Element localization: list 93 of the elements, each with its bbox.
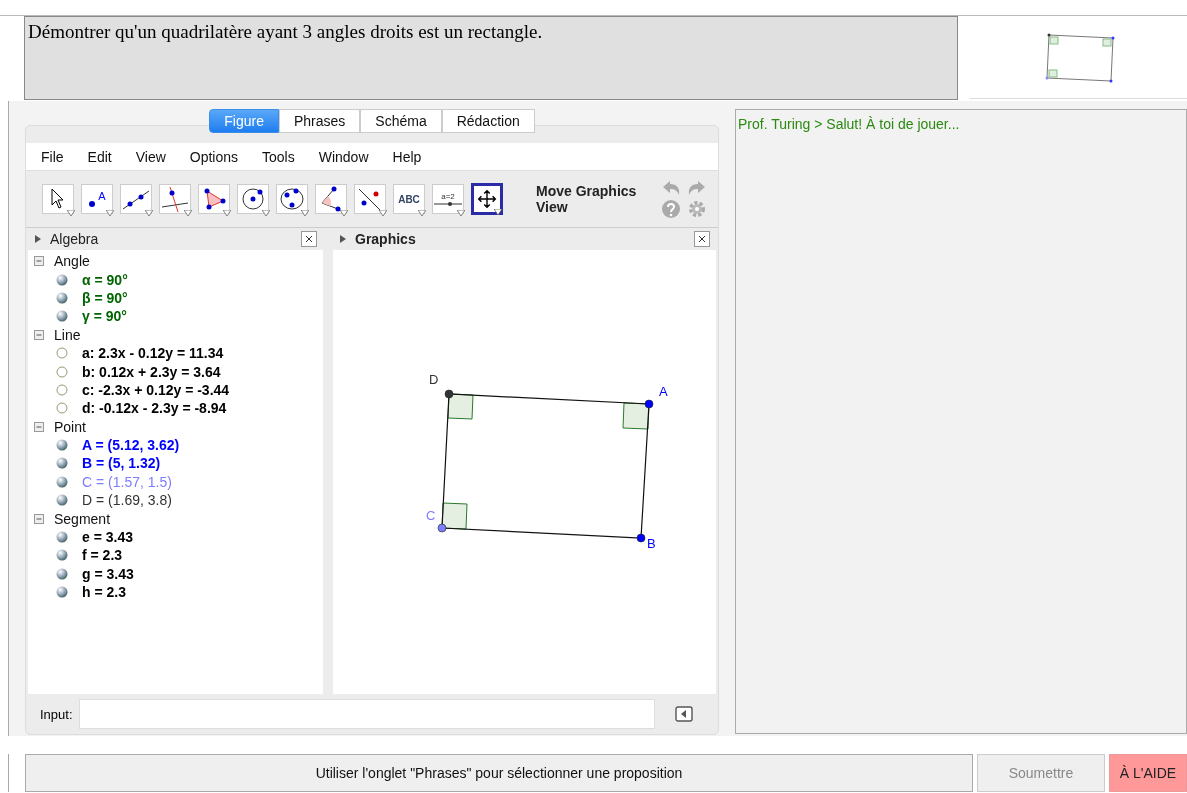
caret-icon [457, 210, 465, 216]
algebra-entry[interactable]: d: -0.12x - 2.3y = -8.94 [82, 400, 227, 417]
menu-item[interactable]: Window [306, 148, 381, 165]
algebra-entry[interactable]: e = 3.43 [82, 529, 133, 546]
menu-item[interactable]: Tools [250, 148, 307, 165]
visible-dot-icon[interactable] [56, 531, 68, 544]
keyboard-toggle-icon[interactable] [674, 706, 693, 722]
graphics-canvas[interactable]: D A C B [333, 250, 716, 694]
category-label: Angle [54, 253, 90, 270]
hidden-dot-icon[interactable] [56, 347, 68, 360]
point-label: C [426, 508, 436, 523]
algebra-entry[interactable]: B = (5, 1.32) [82, 455, 161, 472]
caret-icon [494, 209, 502, 215]
point-icon [88, 200, 97, 208]
quadrilateral[interactable] [441, 393, 650, 539]
visible-dot-icon[interactable] [56, 439, 68, 452]
algebra-entry[interactable]: b: 0.12x + 2.3y = 3.64 [82, 363, 221, 380]
visible-dot-icon[interactable] [56, 310, 68, 323]
menu-item[interactable]: Edit [75, 148, 124, 165]
point-label: A [659, 384, 668, 399]
perpendicular-line-icon [160, 185, 190, 213]
visible-dot-icon[interactable] [56, 273, 68, 286]
point[interactable] [444, 389, 454, 399]
category-label: Segment [54, 510, 111, 527]
hidden-dot-icon[interactable] [56, 383, 68, 396]
point[interactable] [644, 399, 654, 409]
algebra-entry[interactable]: γ = 90° [82, 308, 127, 325]
menu-item[interactable]: File [29, 148, 76, 165]
view-title: Algebra [50, 231, 99, 247]
algebra-entry[interactable]: h = 2.3 [82, 584, 126, 601]
view-title: Graphics [355, 231, 416, 247]
visible-dot-icon[interactable] [56, 549, 68, 562]
caret-icon [379, 210, 387, 216]
visible-dot-icon[interactable] [56, 291, 68, 304]
visible-dot-icon[interactable] [56, 567, 68, 580]
algebra-entry[interactable]: c: -2.3x + 0.12y = -3.44 [82, 381, 230, 398]
input-field[interactable] [78, 699, 655, 729]
slider-icon [434, 200, 462, 207]
tab[interactable]: Schéma [360, 109, 442, 133]
point-label: B [647, 536, 656, 551]
caret-icon [418, 210, 426, 216]
input-label: Input: [40, 706, 73, 722]
menu-item[interactable]: View [123, 148, 178, 165]
caret-icon [184, 210, 192, 216]
collapse-arrow-icon[interactable] [339, 234, 347, 244]
caret-icon [340, 210, 348, 216]
visible-dot-icon[interactable] [56, 457, 68, 470]
visible-dot-icon[interactable] [56, 475, 68, 488]
status-message: Utiliser l'onglet "Phrases" pour sélectionner une proposition [25, 754, 973, 792]
collapse-icon[interactable] [34, 256, 44, 267]
caret-icon [145, 210, 153, 216]
visible-dot-icon[interactable] [56, 494, 68, 507]
tab[interactable]: Phrases [278, 109, 361, 133]
problem-statement: Démontrer qu'un quadrilatère ayant 3 angles droits est un rectangle. [24, 16, 958, 100]
menu-item[interactable]: Help [380, 148, 434, 165]
caret-icon [262, 210, 270, 216]
tool-button[interactable]: ABC [393, 184, 425, 214]
collapse-icon[interactable] [34, 421, 44, 432]
conic-icon [277, 185, 307, 213]
algebra-entry[interactable]: g = 3.43 [82, 565, 134, 582]
point[interactable] [437, 523, 447, 533]
category-label: Line [54, 326, 81, 343]
hidden-dot-icon[interactable] [56, 365, 68, 378]
collapse-icon[interactable] [34, 329, 44, 340]
close-icon[interactable] [301, 231, 317, 247]
hidden-dot-icon[interactable] [56, 402, 68, 415]
tool-name: Move Graphics View [536, 183, 638, 215]
caret-icon [67, 210, 75, 216]
close-icon[interactable] [694, 231, 710, 247]
algebra-entry[interactable]: β = 90° [82, 289, 128, 306]
caret-icon [301, 210, 309, 216]
caret-icon [223, 210, 231, 216]
collapse-arrow-icon[interactable] [34, 234, 42, 244]
chat-message: Salut! À toi de jouer... [826, 116, 960, 132]
point[interactable] [636, 533, 646, 543]
visible-dot-icon[interactable] [56, 586, 68, 599]
algebra-entry[interactable]: A = (5.12, 3.62) [82, 437, 180, 454]
help-button[interactable]: À L'AIDE [1109, 754, 1187, 792]
tool-button[interactable] [471, 183, 503, 215]
algebra-entry[interactable]: a: 2.3x - 0.12y = 11.34 [82, 345, 224, 362]
point-label: D [429, 372, 439, 387]
tab[interactable]: Rédaction [441, 109, 535, 133]
tool-button[interactable]: a=2 [432, 184, 464, 214]
collapse-icon[interactable] [34, 513, 44, 524]
algebra-entry[interactable]: f = 2.3 [82, 547, 123, 564]
tool-button[interactable]: A [81, 184, 113, 214]
caret-icon [106, 210, 114, 216]
right-angle-mark [441, 502, 468, 530]
category-label: Point [54, 418, 86, 435]
algebra-entry[interactable]: α = 90° [82, 271, 128, 288]
algebra-entry[interactable]: D = (1.69, 3.8) [82, 492, 172, 509]
menu-item[interactable]: Options [177, 148, 251, 165]
chat-speaker: Prof. Turing > [738, 116, 823, 132]
